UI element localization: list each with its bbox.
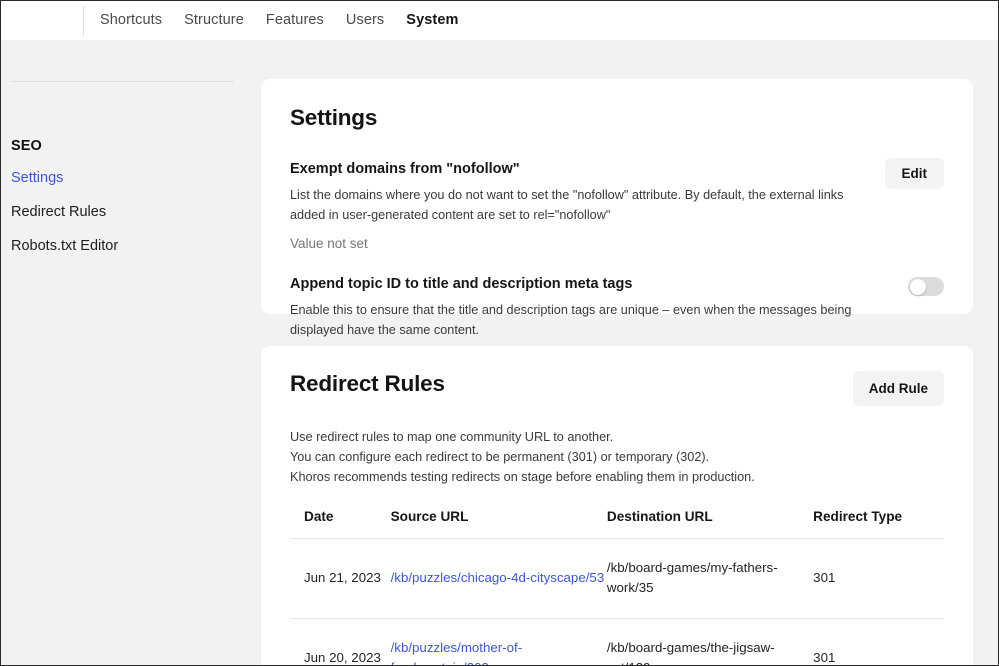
toggle-knob-icon bbox=[909, 278, 926, 295]
table-row: Jun 20, 2023 /kb/puzzles/mother-of-frank… bbox=[290, 618, 944, 665]
primary-nav: Shortcuts Structure Features Users Syste… bbox=[96, 13, 458, 28]
cell-destination-url: /kb/board-games/my-fathers-work/35 bbox=[606, 538, 814, 619]
setting-append-topic-id-text: Append topic ID to title and description… bbox=[290, 275, 890, 341]
cell-destination-url: /kb/board-games/the-jigsaw-cat/139 bbox=[606, 618, 814, 665]
cell-source-url: /kb/puzzles/chicago-4d-cityscape/53 bbox=[390, 538, 607, 619]
app-window: Shortcuts Structure Features Users Syste… bbox=[0, 0, 999, 666]
nav-item-features[interactable]: Features bbox=[266, 13, 324, 28]
redirect-description-line-3: Khoros recommends testing redirects on s… bbox=[290, 470, 755, 485]
cell-date: Jun 20, 2023 bbox=[290, 618, 391, 665]
setting-row-append-topic-id: Append topic ID to title and description… bbox=[290, 275, 944, 341]
main-panel: Settings Exempt domains from "nofollow" … bbox=[261, 79, 973, 665]
redirect-description-line-1: Use redirect rules to map one community … bbox=[290, 430, 614, 444]
nav-item-structure[interactable]: Structure bbox=[184, 13, 244, 28]
cell-date: Jun 21, 2023 bbox=[290, 538, 391, 619]
content-area: SEO Settings Redirect Rules Robots.txt E… bbox=[1, 40, 998, 665]
top-navigation-bar: Shortcuts Structure Features Users Syste… bbox=[1, 1, 998, 40]
sidebar: SEO Settings Redirect Rules Robots.txt E… bbox=[1, 40, 244, 665]
sidebar-section-title: SEO bbox=[11, 138, 42, 154]
settings-card-title: Settings bbox=[290, 105, 378, 130]
cell-redirect-type: 301 bbox=[813, 618, 944, 665]
nav-item-shortcuts[interactable]: Shortcuts bbox=[100, 13, 162, 28]
settings-card: Settings Exempt domains from "nofollow" … bbox=[261, 79, 973, 337]
append-topic-id-toggle[interactable] bbox=[908, 277, 944, 296]
redirect-rules-description: Use redirect rules to map one community … bbox=[290, 427, 944, 487]
sidebar-item-robots-txt-editor[interactable]: Robots.txt Editor bbox=[11, 238, 118, 255]
cell-redirect-type: 301 bbox=[813, 538, 944, 619]
source-url-link[interactable]: /kb/puzzles/mother-of-frankenstein/203 bbox=[391, 640, 523, 665]
nav-item-system[interactable]: System bbox=[406, 13, 458, 28]
sidebar-item-redirect-rules[interactable]: Redirect Rules bbox=[11, 204, 118, 221]
redirect-rules-title: Redirect Rules bbox=[290, 371, 445, 396]
setting-exempt-domains-label: Exempt domains from "nofollow" bbox=[290, 161, 520, 177]
sidebar-divider bbox=[11, 81, 234, 82]
add-rule-button[interactable]: Add Rule bbox=[852, 371, 944, 406]
cell-source-url: /kb/puzzles/mother-of-frankenstein/203 bbox=[390, 618, 607, 665]
edit-button[interactable]: Edit bbox=[884, 158, 944, 189]
sidebar-item-settings[interactable]: Settings bbox=[11, 170, 118, 187]
sidebar-menu: Settings Redirect Rules Robots.txt Edito… bbox=[11, 170, 118, 255]
redirect-rules-table-head: Date Source URL Destination URL Redirect… bbox=[290, 509, 944, 540]
redirect-rules-table: Date Source URL Destination URL Redirect… bbox=[290, 509, 944, 665]
topbar-left-spacer bbox=[1, 1, 83, 40]
setting-append-topic-id-label: Append topic ID to title and description… bbox=[290, 276, 633, 292]
nav-item-users[interactable]: Users bbox=[346, 13, 384, 28]
redirect-rules-header: Redirect Rules Add Rule bbox=[290, 371, 944, 406]
redirect-rules-table-body: Jun 21, 2023 /kb/puzzles/chicago-4d-city… bbox=[290, 538, 944, 665]
setting-row-exempt-domains: Exempt domains from "nofollow" List the … bbox=[290, 158, 944, 251]
column-header-source-url: Source URL bbox=[390, 509, 607, 540]
setting-exempt-domains-description: List the domains where you do not want t… bbox=[290, 187, 844, 223]
setting-exempt-domains-text: Exempt domains from "nofollow" List the … bbox=[290, 160, 869, 251]
source-url-link[interactable]: /kb/puzzles/chicago-4d-cityscape/53 bbox=[391, 570, 605, 585]
column-header-redirect-type: Redirect Type bbox=[813, 509, 944, 540]
column-header-destination-url: Destination URL bbox=[606, 509, 814, 540]
topbar-divider bbox=[83, 5, 84, 36]
redirect-description-line-2: You can configure each redirect to be pe… bbox=[290, 450, 710, 465]
column-header-date: Date bbox=[290, 509, 391, 540]
setting-exempt-domains-value: Value not set bbox=[290, 236, 368, 251]
table-header-row: Date Source URL Destination URL Redirect… bbox=[290, 509, 944, 540]
table-row: Jun 21, 2023 /kb/puzzles/chicago-4d-city… bbox=[290, 538, 944, 619]
setting-append-topic-id-description: Enable this to ensure that the title and… bbox=[290, 302, 852, 338]
redirect-rules-card: Redirect Rules Add Rule Use redirect rul… bbox=[261, 346, 973, 665]
